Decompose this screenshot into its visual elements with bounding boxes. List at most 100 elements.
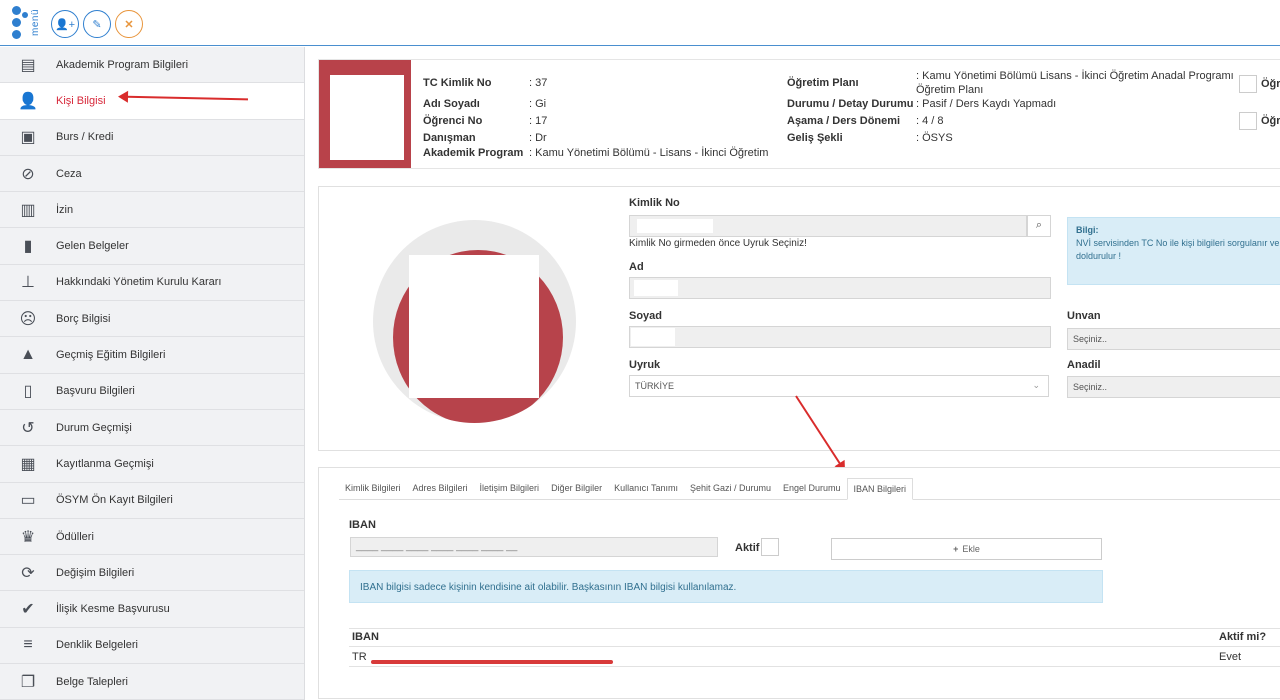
user-plus-icon: 👤+ <box>54 18 76 31</box>
sidebar-item[interactable]: ⊘ Ceza <box>0 156 304 193</box>
add-iban-button[interactable]: + Ekle <box>831 538 1102 560</box>
soyad-label: Soyad <box>629 310 663 322</box>
sidebar-item-label: Geçmiş Eğitim Bilgileri <box>56 349 166 362</box>
search-icon: ⌕ <box>1035 219 1043 231</box>
option-label-1: Öğre <box>1261 78 1280 90</box>
file-icon: ▮ <box>23 238 33 256</box>
info-text-line2: doldurulur ! <box>1076 251 1122 261</box>
tab[interactable]: Kullanıcı Tanımı <box>608 478 684 500</box>
program-label: Akademik Program <box>423 147 524 159</box>
plan-value-cont: Öğretim Planı <box>916 84 984 96</box>
uyruk-value: TÜRKİYE <box>635 381 675 391</box>
info-title: Bilgi: <box>1076 225 1099 235</box>
sidebar-item[interactable]: ☹ Borç Bilgisi <box>0 301 304 338</box>
search-button[interactable]: ⌕ <box>1027 215 1051 237</box>
sidebar-item[interactable]: 👤 Kişi Bilgisi <box>0 83 304 120</box>
kimlik-hint: Kimlik No girmeden önce Uyruk Seçiniz! <box>629 238 807 249</box>
plan-value: : Kamu Yönetimi Bölümü Lisans - İkinci Ö… <box>916 70 1234 82</box>
annotation-underline <box>371 660 613 664</box>
uyruk-label: Uyruk <box>629 359 661 371</box>
ad-input[interactable]: · <box>629 277 1051 299</box>
top-bar: menü 👤+ ✎ ✕ <box>0 0 1280 46</box>
tab[interactable]: IBAN Bilgileri <box>846 478 914 500</box>
sidebar-item[interactable]: ▥ İzin <box>0 192 304 229</box>
tc-label: TC Kimlik No <box>423 77 492 89</box>
advisor-label: Danışman <box>423 132 476 144</box>
status-label: Durumu / Detay Durumu <box>787 98 914 110</box>
plus-icon: + <box>953 544 959 554</box>
student-photo-thumbnail <box>319 60 411 168</box>
soyad-input[interactable] <box>629 326 1051 348</box>
sidebar-item[interactable]: ≡ Denklik Belgeleri <box>0 628 304 665</box>
uyruk-select[interactable]: TÜRKİYE ⌄ <box>629 375 1049 397</box>
sidebar-item-label: Burs / Kredi <box>56 131 114 144</box>
stage-value: : 4 / 8 <box>916 115 944 127</box>
menu-toggle[interactable]: menü <box>10 6 46 40</box>
sidebar-item-label: Başvuru Bilgileri <box>56 385 135 398</box>
plan-label: Öğretim Planı <box>787 77 859 89</box>
status-value: : Pasif / Ders Kaydı Yapmadı <box>916 98 1057 110</box>
tab[interactable]: Adres Bilgileri <box>407 478 474 500</box>
close-button[interactable]: ✕ <box>115 10 143 38</box>
aktif-label: Aktif <box>735 542 760 554</box>
sidebar-item[interactable]: ▦ Kayıtlanma Geçmişi <box>0 446 304 483</box>
sidebar-item[interactable]: ▭ ÖSYM Ön Kayıt Bilgileri <box>0 483 304 519</box>
sidebar-item[interactable]: ⊥ Hakkındaki Yönetim Kurulu Kararı <box>0 265 304 302</box>
student-summary-card: TC Kimlik No : 37 Adı Soyadı : Gi Öğrenc… <box>318 59 1280 169</box>
tab[interactable]: Engel Durumu <box>777 478 847 500</box>
sidebar-item-label: Değişim Bilgileri <box>56 566 135 579</box>
name-label: Adı Soyadı <box>423 98 480 110</box>
annotation-arrow <box>121 95 249 101</box>
sidebar-item[interactable]: ▣ Burs / Kredi <box>0 120 304 156</box>
aktif-checkbox[interactable] <box>761 538 779 556</box>
frown-icon: ☹ <box>19 310 37 328</box>
entry-type-label: Geliş Şekli <box>787 132 843 144</box>
sidebar-item-label: Ödülleri <box>56 530 94 543</box>
tab[interactable]: Şehit Gazi / Durumu <box>684 478 777 500</box>
tab[interactable]: Kimlik Bilgileri <box>339 478 407 500</box>
close-icon: ✕ <box>124 18 134 31</box>
check-icon: ✔ <box>21 601 35 619</box>
copy-icon: ❐ <box>20 673 36 691</box>
iban-notice: IBAN bilgisi sadece kişinin kendisine ai… <box>349 570 1103 603</box>
sidebar-item-label: İzin <box>56 203 74 216</box>
option-checkbox-1[interactable] <box>1239 75 1257 93</box>
user-icon: 👤 <box>18 92 38 110</box>
sidebar-item[interactable]: ❐ Belge Talepleri <box>0 664 304 700</box>
sidebar-item[interactable]: ⟳ Değişim Bilgileri <box>0 555 304 592</box>
sidebar-item[interactable]: ▯ Başvuru Bilgileri <box>0 374 304 410</box>
trophy-icon: ♛ <box>20 528 36 546</box>
sidebar-item[interactable]: ✔ İlişik Kesme Başvurusu <box>0 591 304 628</box>
calendar-check-icon: ▦ <box>20 455 36 473</box>
kimlik-no-label: Kimlik No <box>629 197 680 209</box>
sidebar-item[interactable]: ▲ Geçmiş Eğitim Bilgileri <box>0 337 304 374</box>
iban-row-active: Evet <box>1219 651 1242 663</box>
sidebar-item-label: İlişik Kesme Başvurusu <box>56 603 170 616</box>
sidebar-item-label: ÖSYM Ön Kayıt Bilgileri <box>56 494 173 507</box>
advisor-value: : Dr <box>529 132 547 144</box>
sidebar-item[interactable]: ▮ Gelen Belgeler <box>0 228 304 265</box>
sidebar-item-label: Denklik Belgeleri <box>56 639 138 652</box>
tab[interactable]: Diğer Bilgiler <box>545 478 608 500</box>
sidebar-item[interactable]: ♛ Ödülleri <box>0 519 304 556</box>
unvan-label: Unvan <box>1067 310 1101 322</box>
option-label-2: Öğre <box>1261 115 1280 127</box>
program-value: : Kamu Yönetimi Bölümü - Lisans - İkinci… <box>529 147 769 159</box>
sidebar-item[interactable]: ↺ Durum Geçmişi <box>0 410 304 447</box>
unvan-select[interactable]: Seçiniz.. <box>1067 328 1280 350</box>
tab-panel: Kimlik Bilgileri Adres Bilgileri İletişim … <box>318 467 1280 699</box>
anadil-select[interactable]: Seçiniz.. <box>1067 376 1280 398</box>
history-icon: ↺ <box>21 419 35 437</box>
main-content: TC Kimlik No : 37 Adı Soyadı : Gi Öğrenc… <box>306 47 1280 700</box>
money-icon: ▣ <box>20 129 36 147</box>
graduation-cap-icon: ▲ <box>20 346 36 364</box>
iban-input[interactable]: ____ ____ ____ ____ ____ ____ __ <box>350 537 718 557</box>
sidebar-item[interactable]: ▤ Akademik Program Bilgileri <box>0 47 304 84</box>
option-checkbox-2[interactable] <box>1239 112 1257 130</box>
document-icon: ▯ <box>23 383 33 401</box>
table-icon: ▤ <box>20 56 36 74</box>
tc-value: : 37 <box>529 77 548 89</box>
tab[interactable]: İletişim Bilgileri <box>474 478 546 500</box>
edit-button[interactable]: ✎ <box>83 10 111 38</box>
add-user-button[interactable]: 👤+ <box>51 10 79 38</box>
